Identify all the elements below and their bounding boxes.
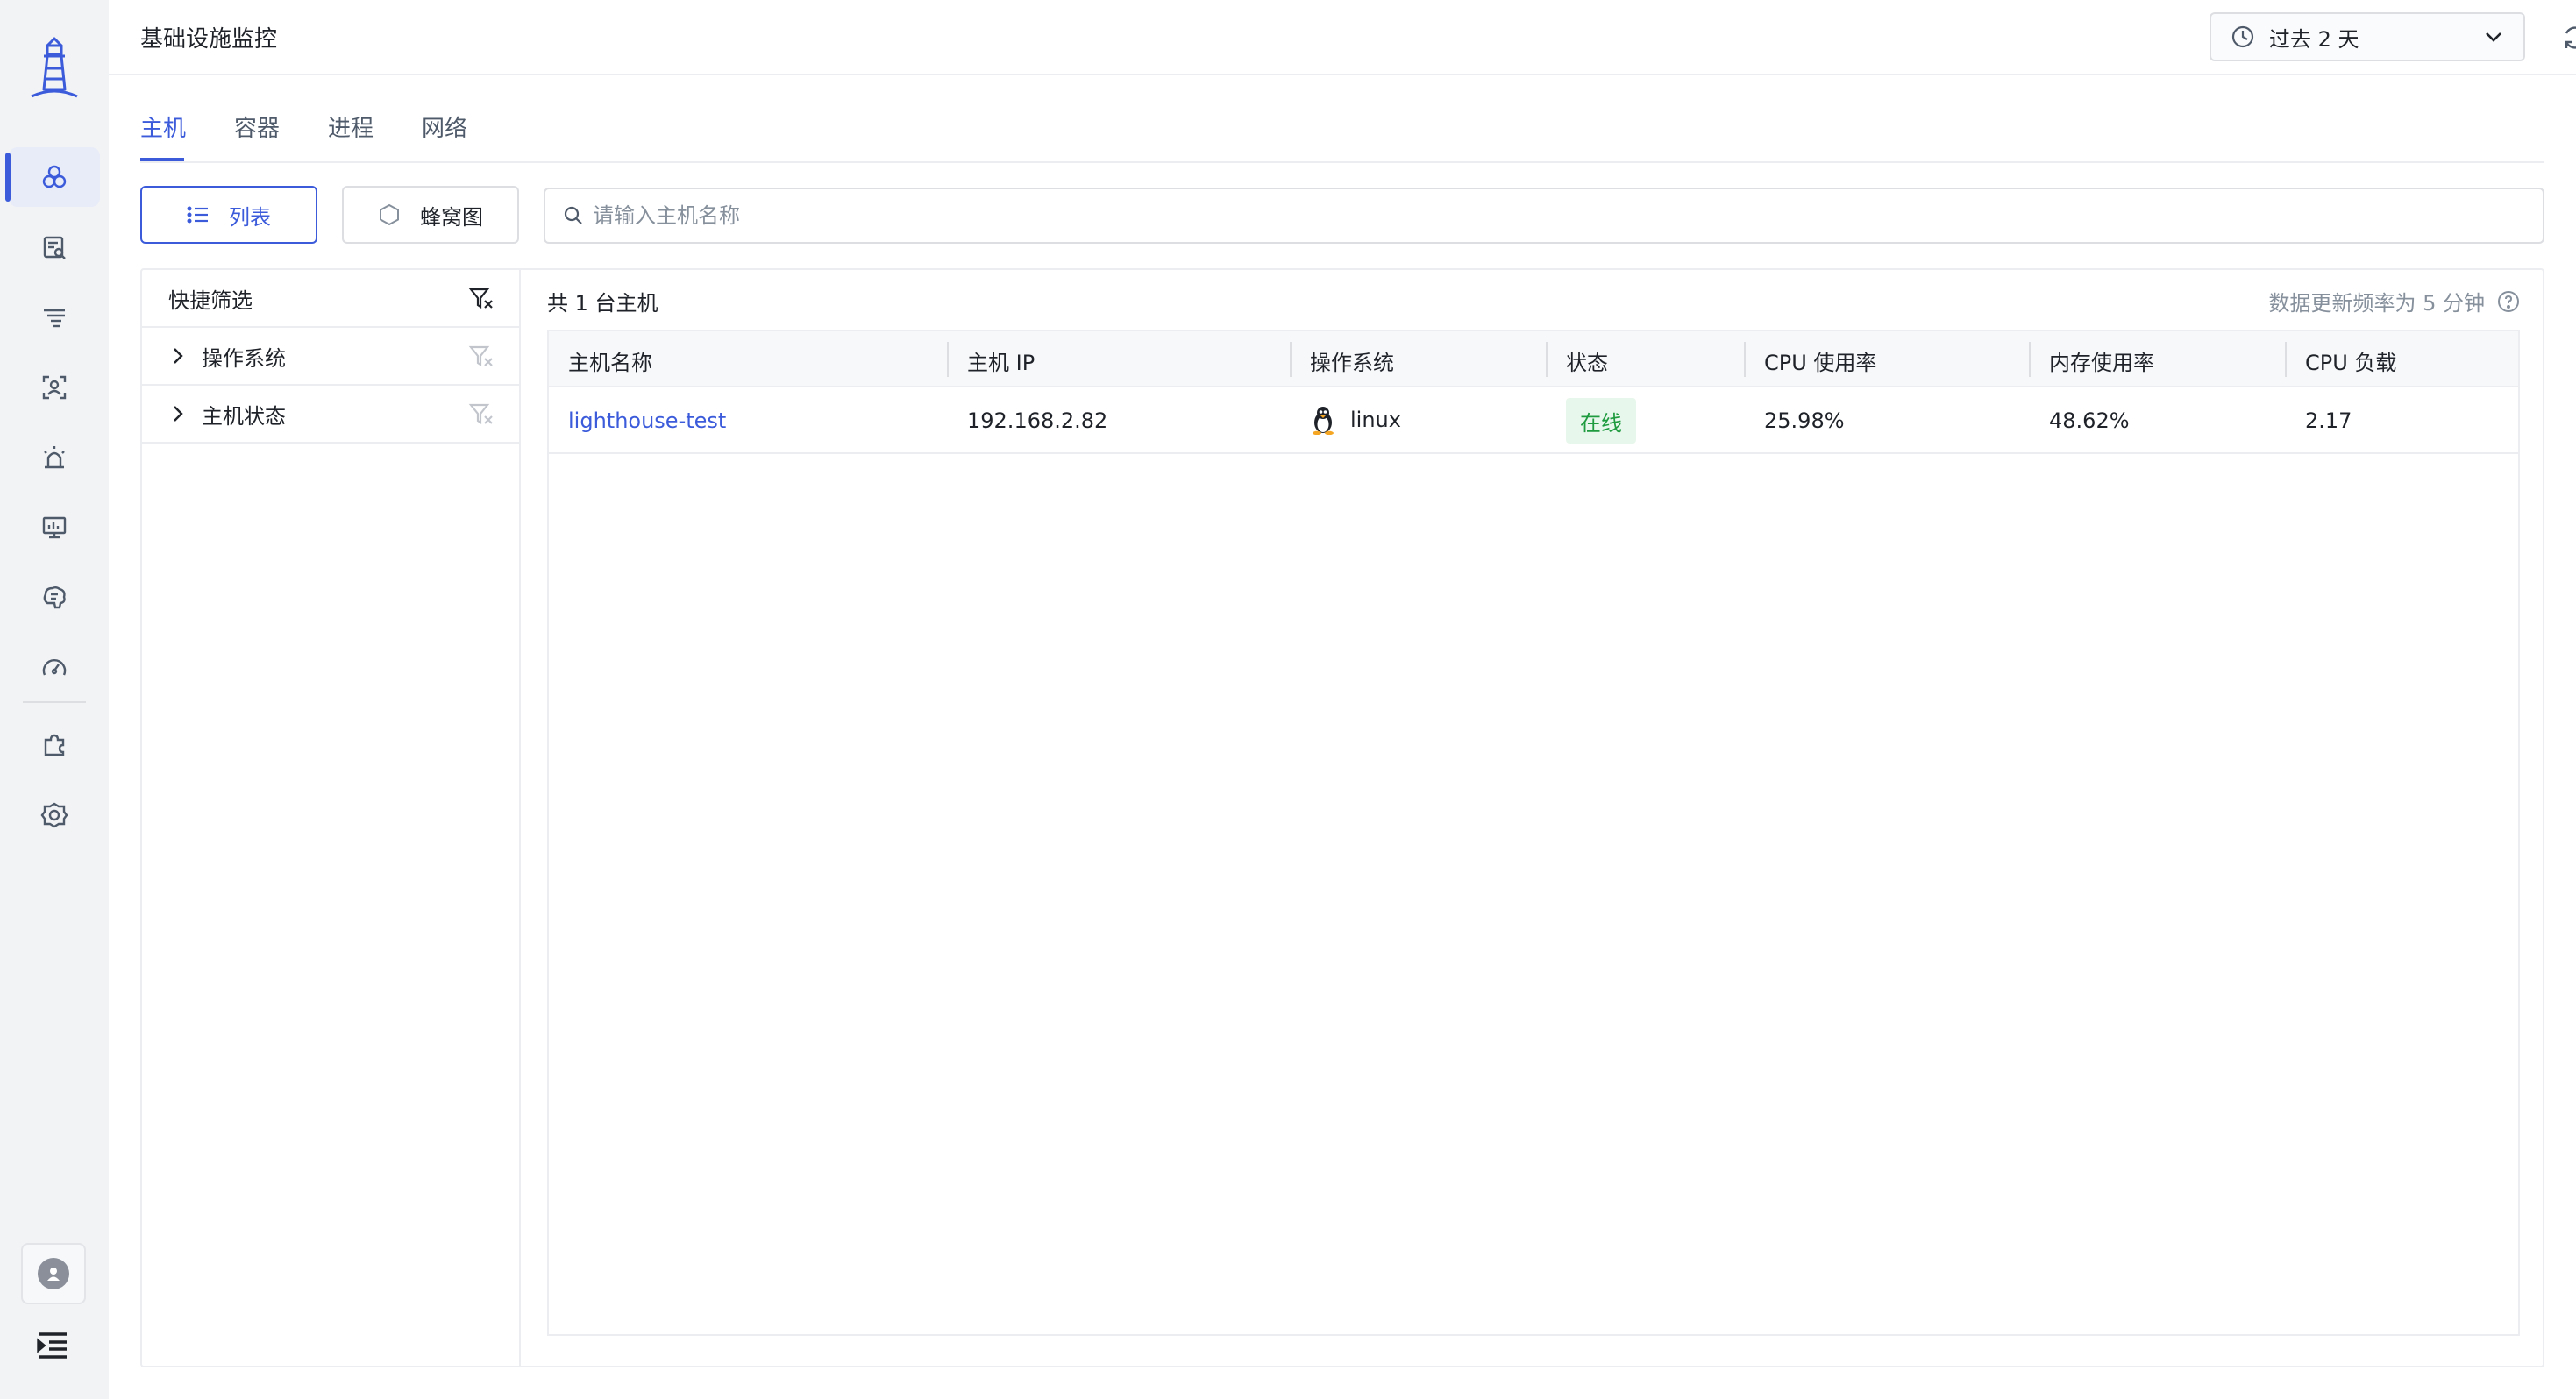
infrastructure-icon [42,165,67,188]
quick-filter-panel: 快捷筛选 操作系统 主机状态 [142,270,521,1366]
filter-list-icon [44,309,65,328]
list-icon [187,206,208,224]
chevron-down-icon [2486,32,2501,42]
linux-penguin-icon [1313,407,1334,435]
table-header: 主机名称 主机 IP 操作系统 状态 CPU 使用率 内存使用率 CPU 负载 [549,331,2518,387]
refresh-icon[interactable] [2560,23,2576,53]
search-icon [564,206,582,224]
honeycomb-view-label: 蜂窝图 [420,204,483,230]
nav-dashboard[interactable] [9,498,100,557]
sidebar [0,0,109,1399]
clock-icon [2231,25,2254,48]
cpu-load: 2.17 [2305,408,2352,433]
time-range-picker[interactable]: 过去 2 天 [2210,12,2525,61]
filter-os[interactable]: 操作系统 [142,328,519,386]
clear-filter-icon[interactable] [468,343,495,369]
refresh-frequency-note: 数据更新频率为 5 分钟 [2268,286,2520,316]
user-avatar-button[interactable] [21,1243,86,1304]
quick-filter-header: 快捷筛选 [142,270,519,328]
nav-user-analysis[interactable] [9,358,100,417]
clear-filter-icon[interactable] [468,401,495,427]
alarm-icon [44,446,65,469]
mem-usage: 48.62% [2049,408,2130,433]
page-title: 基础设施监控 [140,26,278,53]
host-os-label: linux [1350,408,1401,432]
time-range-label: 过去 2 天 [2269,26,2359,52]
refresh-frequency-text: 数据更新频率为 5 分钟 [2268,291,2485,316]
page-header: 基础设施监控 过去 2 天 [109,0,2576,75]
column-status[interactable]: 状态 [1566,345,1608,376]
column-host-ip[interactable]: 主机 IP [967,345,1035,376]
nav-divider [23,701,86,703]
gauge-icon [42,659,67,676]
chevron-right-icon [174,348,183,364]
column-divider [1744,342,1746,377]
honeycomb-view-button[interactable]: 蜂窝图 [342,186,519,244]
avatar-icon [38,1258,69,1289]
search-input[interactable] [593,203,2525,228]
lighthouse-logo[interactable] [28,35,81,102]
nav-settings[interactable] [9,785,100,845]
logs-icon [43,236,66,259]
filter-os-label: 操作系统 [202,345,286,371]
host-tabs: 主机 容器 进程 网络 [140,105,2544,163]
host-ip: 192.168.2.82 [967,408,1108,433]
dashboard-monitor-icon [42,516,67,539]
brain-icon [43,586,66,609]
host-table: 主机名称 主机 IP 操作系统 状态 CPU 使用率 内存使用率 CPU 负载 … [547,330,2520,1336]
tab-host[interactable]: 主机 [140,110,186,143]
host-list-area: 共 1 台主机 数据更新频率为 5 分钟 主机名称 主机 IP 操作系统 状态 … [521,270,2543,1366]
clear-filter-icon[interactable] [468,285,495,311]
column-mem-usage[interactable]: 内存使用率 [2049,345,2154,376]
active-tab-indicator [140,158,184,161]
status-badge: 在线 [1566,398,1636,444]
table-row[interactable]: lighthouse-test 192.168.2.82 linux 在线 25… [549,387,2518,454]
column-cpu-usage[interactable]: CPU 使用率 [1764,345,1876,376]
column-divider [947,342,949,377]
cpu-usage: 25.98% [1764,408,1845,433]
nav-logs[interactable] [9,217,100,277]
chevron-right-icon [174,406,183,422]
nav-ai[interactable] [9,568,100,628]
column-divider [2029,342,2031,377]
column-divider [1546,342,1548,377]
nav-infrastructure[interactable] [5,147,100,207]
column-divider [2285,342,2287,377]
main-panel: 快捷筛选 操作系统 主机状态 共 1 台主机 数据更新频率为 5 分钟 主机名称… [140,268,2544,1367]
list-view-button[interactable]: 列表 [140,186,317,244]
tab-process[interactable]: 进程 [328,110,374,143]
help-icon[interactable] [2497,290,2520,313]
nav-trace[interactable] [9,288,100,347]
list-view-label: 列表 [229,204,271,230]
nav-integrations[interactable] [9,715,100,775]
column-cpu-load[interactable]: CPU 负载 [2305,345,2396,376]
hexagon-icon [380,203,399,226]
puzzle-icon [44,734,65,756]
nav-performance[interactable] [9,638,100,698]
host-count: 共 1 台主机 [547,291,658,316]
filter-host-status[interactable]: 主机状态 [142,386,519,444]
column-host-name[interactable]: 主机名称 [568,345,652,376]
tab-container[interactable]: 容器 [234,110,280,143]
user-scan-icon [42,375,67,400]
quick-filter-title: 快捷筛选 [168,288,253,313]
nav-alerts[interactable] [9,428,100,487]
filter-host-status-label: 主机状态 [202,403,286,429]
settings-icon [40,802,68,828]
host-search [544,188,2544,244]
host-name-link[interactable]: lighthouse-test [568,408,726,433]
column-os[interactable]: 操作系统 [1310,345,1394,376]
tab-network[interactable]: 网络 [422,110,467,143]
collapse-menu-icon[interactable] [35,1331,70,1360]
host-os: linux [1310,405,1401,435]
column-divider [1290,342,1292,377]
